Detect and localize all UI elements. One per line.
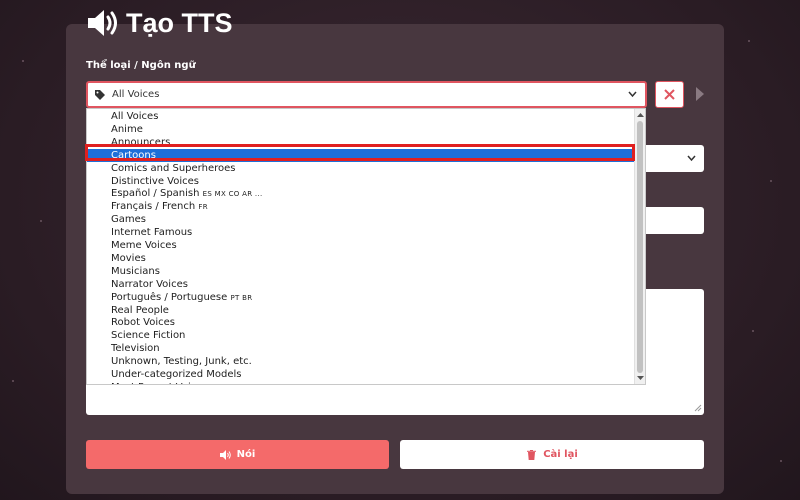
background-star	[770, 180, 772, 182]
dropdown-option-label: Narrator Voices	[111, 278, 188, 290]
category-select-value: All Voices	[112, 89, 160, 100]
chevron-down-icon	[628, 91, 637, 98]
dropdown-option[interactable]: Movies	[87, 252, 635, 265]
reset-button-label: Cài lại	[543, 449, 578, 460]
clear-category-button[interactable]	[655, 81, 684, 108]
dropdown-option-label: Español / Spanish	[111, 188, 200, 200]
dropdown-option[interactable]: Musicians	[87, 265, 635, 278]
dropdown-option[interactable]: Real People	[87, 304, 635, 317]
background-star	[748, 40, 750, 42]
dropdown-option[interactable]: Cartoons	[87, 148, 635, 162]
dropdown-option[interactable]: Français / French FR	[87, 200, 635, 213]
dropdown-option-label: Science Fiction	[111, 330, 186, 342]
dropdown-option[interactable]: Português / Portuguese PT BR	[87, 291, 635, 304]
dropdown-option[interactable]: Announcers	[87, 136, 635, 149]
dropdown-option-codes: ES MX CO AR ...	[202, 190, 263, 199]
volume-icon	[219, 449, 231, 460]
dropdown-option-label: Announcers	[111, 136, 171, 148]
dropdown-option[interactable]: Unknown, Testing, Junk, etc.	[87, 355, 635, 368]
category-select[interactable]: All Voices	[86, 81, 647, 108]
dropdown-option[interactable]: Robot Voices	[87, 316, 635, 329]
dropdown-option-label: Musicians	[111, 265, 160, 277]
dropdown-option-label: Robot Voices	[111, 317, 176, 329]
dropdown-option[interactable]: Distinctive Voices	[87, 175, 635, 188]
trash-icon	[527, 449, 537, 460]
dropdown-option[interactable]: Under-categorized Models	[87, 368, 635, 381]
dropdown-scrollbar[interactable]	[634, 109, 645, 384]
reset-button[interactable]: Cài lại	[400, 440, 704, 469]
dropdown-option-label: Real People	[111, 304, 169, 316]
close-icon	[664, 89, 675, 100]
dropdown-option[interactable]: Comics and Superheroes	[87, 162, 635, 175]
dropdown-option-label: Television	[111, 343, 160, 355]
dropdown-option-label: Movies	[111, 252, 146, 264]
chevron-down-icon	[687, 155, 696, 162]
speak-button[interactable]: Nói	[86, 440, 389, 469]
scroll-up-arrow-icon[interactable]	[637, 112, 644, 118]
scroll-down-arrow-icon[interactable]	[637, 375, 644, 381]
dropdown-option-label: Unknown, Testing, Junk, etc.	[111, 356, 252, 368]
dropdown-option-label: Meme Voices	[111, 240, 177, 251]
category-label: Thể loại / Ngôn ngữ	[86, 60, 196, 71]
dropdown-option[interactable]: Anime	[87, 123, 635, 136]
background-star	[12, 380, 14, 382]
dropdown-option-label: Most Recent Voices	[111, 382, 208, 384]
dropdown-option-codes: FR	[198, 203, 208, 212]
dropdown-option[interactable]: All Voices	[87, 110, 635, 123]
speaker-icon	[88, 10, 117, 36]
category-dropdown-list[interactable]: Most Recent Voices Under-categorized Mode…	[86, 108, 646, 385]
dropdown-option[interactable]: Meme Voices	[87, 239, 635, 252]
background-star	[752, 330, 754, 332]
dropdown-option-label: Português / Portuguese	[111, 291, 228, 303]
dropdown-option[interactable]: Games	[87, 213, 635, 226]
dropdown-option-label: All Voices	[111, 111, 159, 122]
dropdown-option[interactable]: Most Recent Voices	[87, 381, 635, 384]
dropdown-option[interactable]: Science Fiction	[87, 329, 635, 342]
dropdown-option-label: Distinctive Voices	[111, 175, 199, 187]
speak-button-label: Nói	[236, 449, 256, 460]
dropdown-option-label: Games	[111, 214, 146, 226]
page-title-text: Tạo TTS	[126, 7, 233, 38]
dropdown-option[interactable]: Internet Famous	[87, 226, 635, 239]
dropdown-option-label: Anime	[111, 123, 143, 135]
dropdown-option-label: Comics and Superheroes	[111, 162, 236, 174]
dropdown-option[interactable]: Narrator Voices	[87, 278, 635, 291]
dropdown-option-codes: PT BR	[230, 293, 253, 302]
tags-icon	[95, 89, 105, 100]
dropdown-option-label: Cartoons	[111, 149, 156, 161]
search-voice-input[interactable]	[640, 207, 704, 234]
page-title: Tạo TTS	[86, 6, 233, 40]
resize-grip-icon[interactable]	[694, 404, 702, 412]
background-star	[780, 460, 782, 462]
dropdown-option[interactable]: Español / Spanish ES MX CO AR ...	[87, 187, 635, 200]
dropdown-option-label: Under-categorized Models	[111, 369, 242, 380]
voice-select[interactable]	[640, 145, 704, 172]
dropdown-option-label: Français / French	[111, 201, 196, 213]
background-star	[22, 60, 24, 62]
scroll-thumb[interactable]	[637, 121, 643, 373]
dropdown-option[interactable]: Television	[87, 342, 635, 355]
dropdown-option-label: Internet Famous	[111, 227, 193, 239]
play-icon[interactable]	[696, 87, 704, 101]
background-star	[40, 220, 42, 222]
